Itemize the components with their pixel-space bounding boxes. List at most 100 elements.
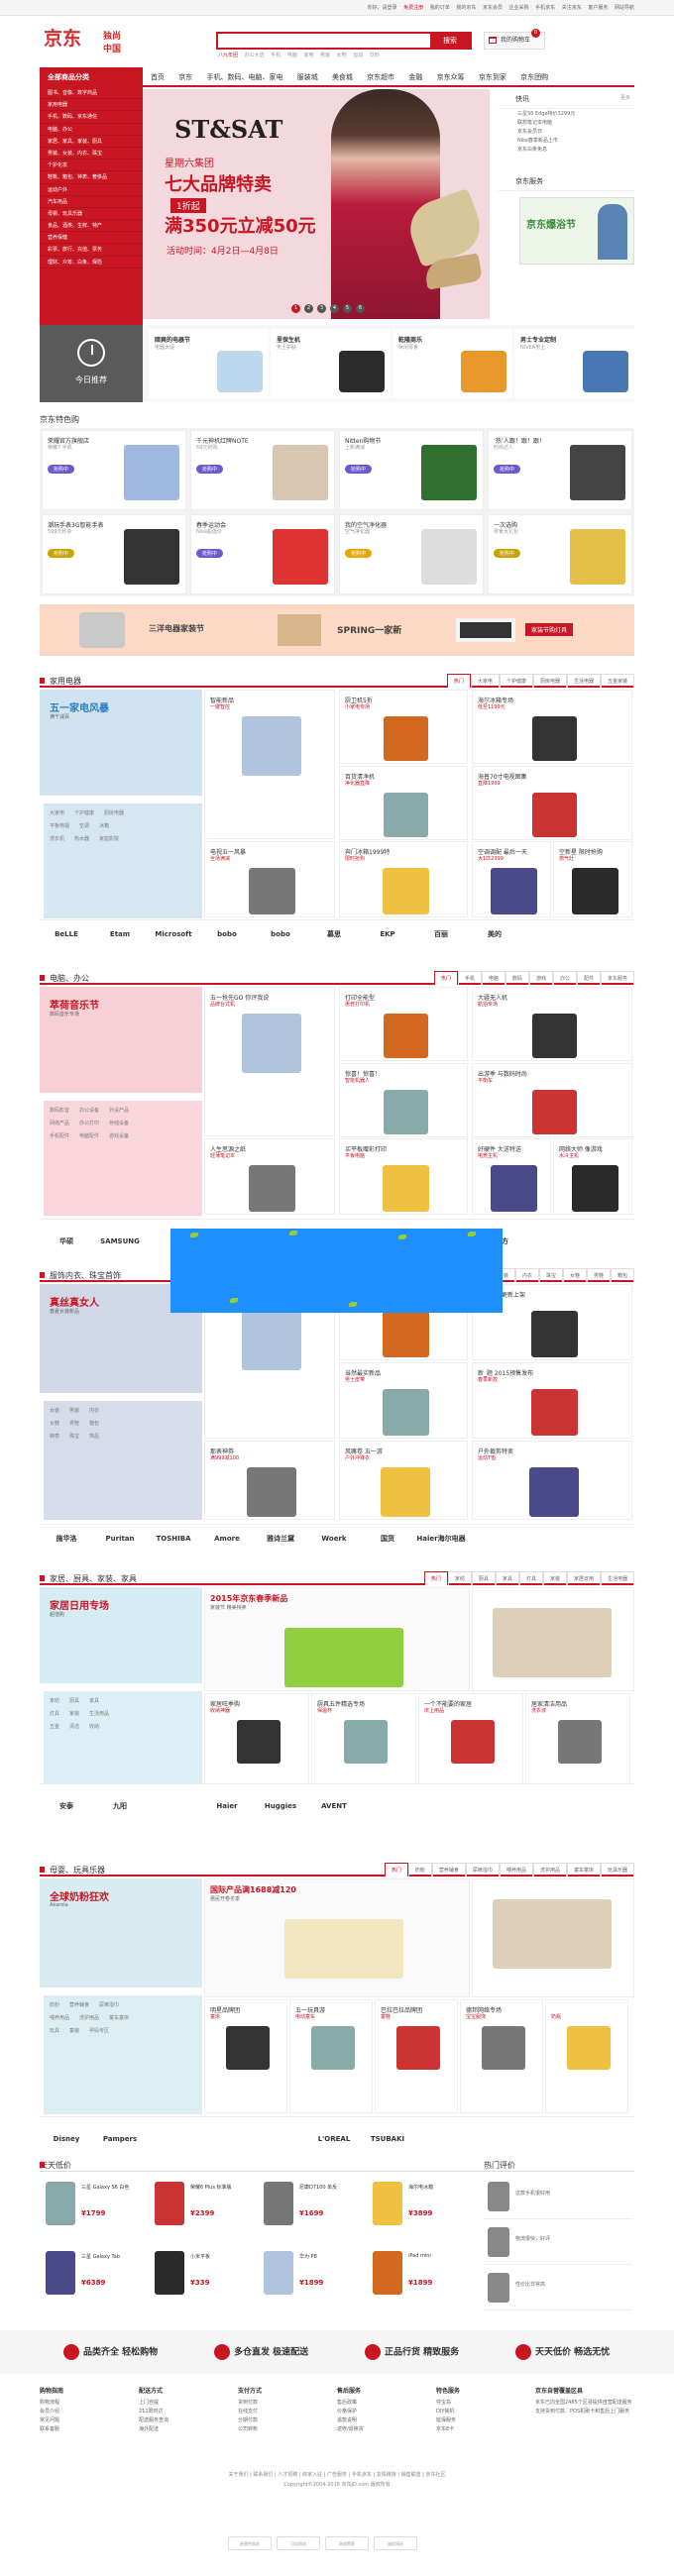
mother-product-cell[interactable]: 巴拉巴拉品牌团 童鞋 <box>375 1999 458 2113</box>
digital-product-cell[interactable]: 人生思源之纸 轻薄笔记本 <box>204 1138 335 1215</box>
footer-badge[interactable]: 可信网站 <box>277 2536 320 2550</box>
top-link[interactable]: 关注京东 <box>562 5 582 11</box>
footer-link[interactable]: 联系客服 <box>40 2425 139 2432</box>
nav-item[interactable]: 京东团购 <box>520 73 548 81</box>
fashion-product-cell[interactable]: 风嘛卷 五一游 户外冲锋衣 <box>339 1441 468 1520</box>
footer-link[interactable]: 211限时达 <box>139 2408 238 2415</box>
home-sublink[interactable]: 家纺 <box>50 1698 59 1704</box>
today-item[interactable]: 暗爽的电器节 电器大促 <box>149 329 269 398</box>
home-sublink[interactable]: 家装 <box>69 1711 79 1717</box>
top-link[interactable]: 手机京东 <box>535 5 555 11</box>
deal-item[interactable]: iPad mini ¥1899 <box>367 2245 474 2312</box>
fashion-product-cell[interactable]: 那表神券 满999减100 <box>204 1441 335 1520</box>
home-brand-logo[interactable]: AVENT <box>307 1796 361 1816</box>
fashion-sublink[interactable]: 饰品 <box>89 1434 99 1440</box>
mother-tab[interactable]: 尿裤湿巾 <box>465 1863 500 1877</box>
top-link[interactable]: 网站导航 <box>615 5 634 11</box>
hot-word[interactable]: 八九年团 <box>218 53 238 58</box>
appliance-product-cell[interactable]: 海普70寸电视图集 直降1999 <box>472 766 632 840</box>
appliance-tab[interactable]: 个护健康 <box>499 674 533 688</box>
home-tab[interactable]: 家纺 <box>447 1571 472 1585</box>
appliance-product-cell[interactable]: 百货清净机 净化器直降 <box>339 766 468 840</box>
promo-ad[interactable]: 京东爆浴节 <box>519 197 634 265</box>
home-brand-logo[interactable]: 九阳 <box>93 1796 147 1816</box>
footer-link[interactable]: 海外配送 <box>139 2425 238 2432</box>
mother-brand-logo[interactable] <box>254 2121 307 2141</box>
carousel-dot[interactable]: 3 <box>317 304 326 313</box>
footer-link-row[interactable]: 关于我们 | 联系我们 | 人才招聘 | 商家入驻 | 广告服务 | 手机京东 … <box>0 2471 674 2478</box>
digital-sublink[interactable]: 手机配件 <box>50 1133 69 1139</box>
category-menu-item[interactable]: 图书、音像、数字商品 <box>40 87 143 100</box>
footer-link[interactable]: 分期付款 <box>238 2416 337 2423</box>
home-side-promo[interactable] <box>472 1587 634 1691</box>
jd-logo[interactable]: 京东 独尚中国 <box>44 24 121 54</box>
mother-sublink[interactable]: 尿裤湿巾 <box>99 2002 119 2008</box>
jdcolor-item[interactable]: 我的空气净化器 空气净化器 抢购中 <box>339 514 484 594</box>
jdcolor-item-button[interactable]: 抢购中 <box>196 549 224 558</box>
hot-word[interactable]: 办公大选 <box>245 53 265 58</box>
news-item[interactable]: 三星S6 Edge特价3299元 <box>498 109 634 118</box>
carousel-dot[interactable]: 4 <box>330 304 339 313</box>
category-menu-item[interactable]: 家居、家具、家装、厨具 <box>40 136 143 148</box>
mother-sublink[interactable]: 洗护用品 <box>79 2015 99 2021</box>
today-item[interactable]: 男士专业定制 NIVEA男士 <box>514 329 634 398</box>
digital-tab[interactable]: 游戏 <box>528 971 553 985</box>
hot-word[interactable]: 运动 <box>353 53 363 58</box>
jdcolor-item[interactable]: 潮玩手表3G智能手表 599元秒杀 抢购中 <box>42 514 186 594</box>
deal-item[interactable]: 小米平板 ¥339 <box>149 2245 256 2312</box>
footer-link[interactable]: 价格保护 <box>337 2408 436 2415</box>
mother-tab[interactable]: 营养辅食 <box>431 1863 466 1877</box>
footer-link[interactable]: 在线支付 <box>238 2408 337 2415</box>
jdcolor-item[interactable]: Nitten购物节 上新满减 抢购中 <box>339 430 484 510</box>
appliance-sublink[interactable]: 热水器 <box>74 836 89 842</box>
mother-product-cell[interactable]: 奶瓶 <box>545 1999 628 2113</box>
all-categories-button[interactable]: 全部商品分类 <box>40 67 143 87</box>
mother-banner[interactable]: 全球奶粉狂欢 Akarola <box>40 1878 202 1987</box>
digital-product-cell[interactable]: 买平板赠彩打印 平板电脑 <box>339 1138 468 1215</box>
appliance-banner[interactable]: 五一家电风暴 满千减百 <box>40 690 202 796</box>
fashion-sublink[interactable]: 珠宝 <box>69 1434 79 1440</box>
hot-word[interactable]: 女鞋 <box>337 53 347 58</box>
digital-sublink[interactable]: 办公打印 <box>79 1121 99 1127</box>
digital-sublink[interactable]: 网络产品 <box>50 1121 69 1127</box>
deal-item[interactable]: 海尔电冰箱 ¥3899 <box>367 2176 474 2243</box>
digital-brand-logo[interactable]: SAMSUNG <box>93 1232 147 1251</box>
carousel-dot[interactable]: 2 <box>304 304 313 313</box>
digital-product-cell[interactable]: 好硬件 大送特送 电竞主机 <box>472 1138 551 1215</box>
mother-tab[interactable]: 洗护用品 <box>532 1863 567 1877</box>
appliance-sublink[interactable]: 冰箱 <box>99 823 109 829</box>
mother-side-promo[interactable] <box>472 1878 634 1997</box>
mother-tab[interactable]: 童车童床 <box>566 1863 601 1877</box>
digital-tab[interactable]: 数码 <box>505 971 529 985</box>
news-item[interactable]: 京东白条免息 <box>498 145 634 154</box>
appliance-brand-logo[interactable]: bobo <box>254 924 307 944</box>
deal-item[interactable]: 荣耀6 Plus 标准版 ¥2399 <box>149 2176 256 2243</box>
jdcolor-item-button[interactable]: 抢购中 <box>48 549 75 558</box>
digital-product-cell[interactable]: 打印全能型 惠普打印机 <box>339 987 468 1061</box>
appliance-sublink[interactable]: 个护健康 <box>74 810 94 816</box>
mother-brand-logo[interactable]: L'OREAL <box>307 2129 361 2149</box>
footer-link[interactable]: 退款说明 <box>337 2416 436 2423</box>
appliance-tab[interactable]: 五金家装 <box>600 674 634 688</box>
digital-tab[interactable]: 热门 <box>433 971 458 985</box>
nav-item[interactable]: 金融 <box>408 73 422 81</box>
footer-link[interactable]: 夺宝岛 <box>436 2399 535 2406</box>
fashion-brand-logo[interactable]: 国货 <box>361 1529 414 1549</box>
appliance-sublink[interactable]: 厨房电器 <box>104 810 124 816</box>
news-more-link[interactable]: 更多 <box>620 94 630 101</box>
digital-sublink[interactable]: 电脑配件 <box>79 1133 99 1139</box>
appliance-product-cell[interactable]: 空调调配 最后一天 大1匹2399 <box>472 841 551 917</box>
home-sublink[interactable]: 清洁 <box>69 1724 79 1730</box>
deal-item[interactable]: 三星 Galaxy S6 白色 ¥1799 <box>40 2176 147 2243</box>
digital-brand-logo[interactable]: 华硕 <box>40 1232 93 1251</box>
home-tab[interactable]: 生活电器 <box>600 1571 634 1585</box>
home-brand-logo[interactable]: 安泰 <box>40 1796 93 1816</box>
footer-link[interactable]: 京东E卡 <box>436 2425 535 2432</box>
digital-product-cell[interactable]: 五一抢先GO 你评我说 品牌台式机 <box>204 987 335 1136</box>
digital-product-cell[interactable]: 惊喜！惊喜！ 智能机器人 <box>339 1063 468 1137</box>
mother-sublink[interactable]: 营养辅食 <box>69 2002 89 2008</box>
category-menu-item[interactable]: 汽车用品 <box>40 196 143 208</box>
mother-sublink[interactable]: 童车童床 <box>109 2015 129 2021</box>
digital-product-cell[interactable]: 大疆无人机 航拍专场 <box>472 987 632 1061</box>
category-menu-item[interactable]: 男装、女装、内衣、珠宝 <box>40 148 143 161</box>
